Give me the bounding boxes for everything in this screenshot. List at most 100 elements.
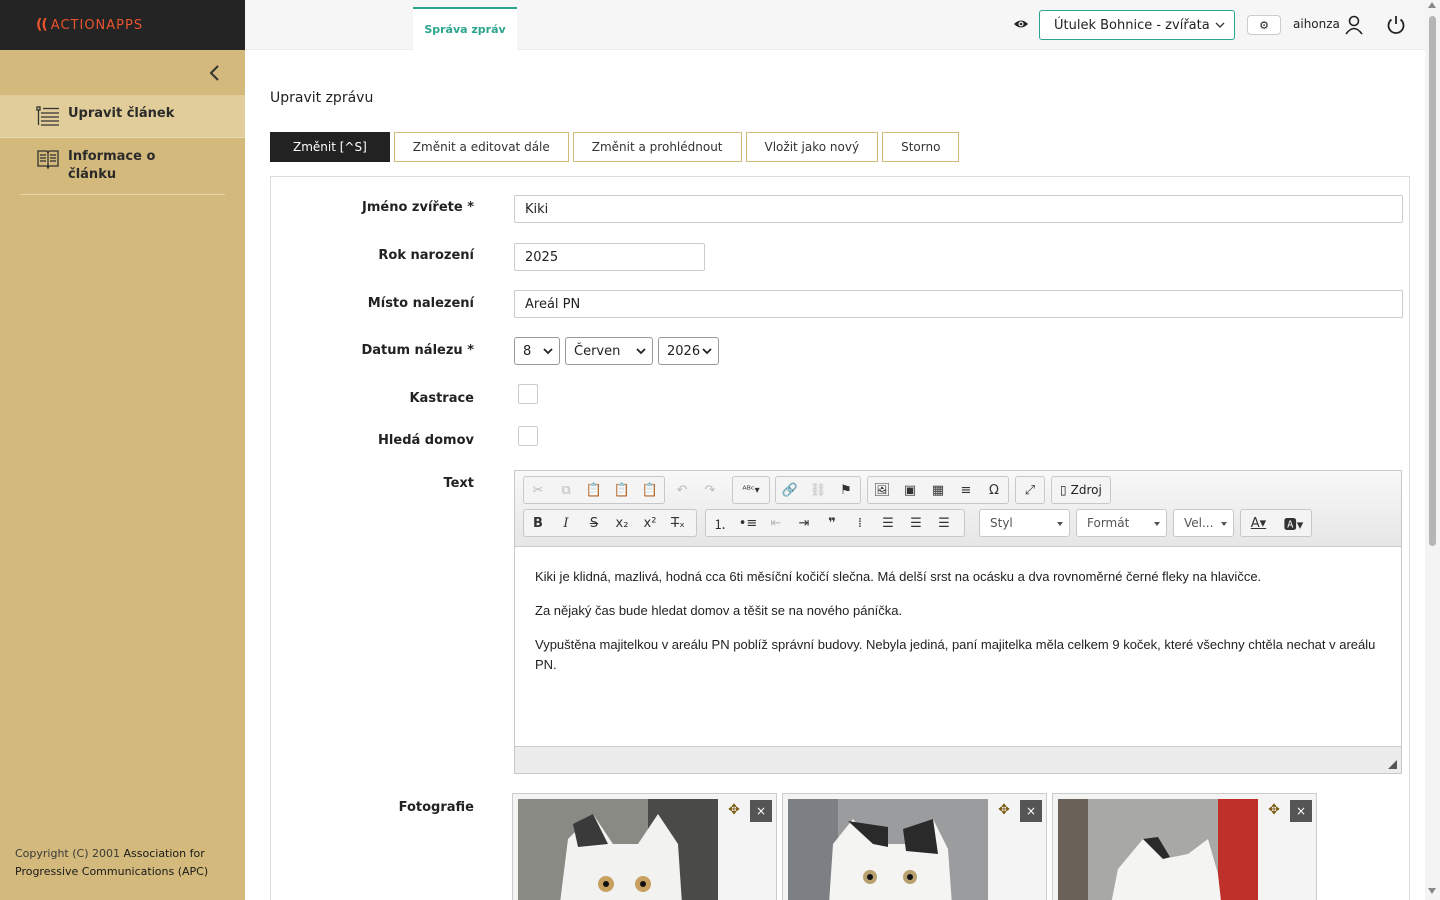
sidebar-nav: Upravit článek Informace o článku xyxy=(0,95,245,195)
seeking-home-label: Hledá domov xyxy=(378,433,474,448)
indent-icon[interactable]: ⇥ xyxy=(790,510,818,536)
resize-handle-icon[interactable] xyxy=(1388,760,1397,769)
editor-content[interactable]: Kiki je klidná, mazlivá, hodná cca 6ti m… xyxy=(515,547,1401,747)
text-color-icon[interactable]: A▾ xyxy=(1241,510,1276,536)
special-char-icon[interactable]: Ω xyxy=(980,477,1008,503)
align-right-icon[interactable]: ☰ xyxy=(930,510,958,536)
photo-card: ✥ × xyxy=(1052,793,1317,900)
redo-icon[interactable]: ↷ xyxy=(696,477,724,503)
flash-icon[interactable]: ▣ xyxy=(896,477,924,503)
strike-icon[interactable]: S xyxy=(580,510,608,536)
action-bar: Změnit [^S] Změnit a editovat dále Změni… xyxy=(270,132,963,162)
table-icon[interactable]: ▦ xyxy=(924,477,952,503)
sidebar-item-informace[interactable]: Informace o článku xyxy=(20,138,225,195)
castration-checkbox[interactable] xyxy=(518,384,538,404)
superscript-icon[interactable]: x² xyxy=(636,510,664,536)
format-label: Formát xyxy=(1087,516,1130,530)
collapse-sidebar-icon[interactable] xyxy=(205,62,225,84)
outdent-icon[interactable]: ⇤ xyxy=(762,510,790,536)
copyright: Copyright (C) 2001 Association for Progr… xyxy=(15,845,230,881)
chevron-down-icon xyxy=(1215,19,1225,35)
day-select[interactable]: 8 xyxy=(514,337,560,365)
format-group: B I S x₂ x² T̶ₓ xyxy=(523,509,697,537)
paste-word-icon[interactable]: 📋 xyxy=(636,477,664,503)
italic-icon[interactable]: I xyxy=(552,510,580,536)
year-input[interactable]: 2025 xyxy=(514,243,705,271)
bullet-list-icon[interactable]: •≡ xyxy=(734,510,762,536)
numbered-list-icon[interactable]: ⒈ xyxy=(706,510,734,536)
bg-color-icon[interactable]: 🅰▾ xyxy=(1276,510,1311,536)
copyright-text: Copyright (C) 2001 xyxy=(15,847,124,860)
sidebar-item-label: Informace o článku xyxy=(68,149,156,182)
scroll-up-icon[interactable] xyxy=(1428,2,1436,8)
maximize-group: ⤢ xyxy=(1015,476,1045,504)
power-icon[interactable] xyxy=(1385,14,1407,40)
date-label: Datum nálezu * xyxy=(361,343,474,358)
move-icon[interactable]: ✥ xyxy=(1264,800,1284,820)
place-label: Místo nalezení xyxy=(367,296,474,311)
cat-photo xyxy=(518,799,718,900)
unlink-icon[interactable]: ⛓ xyxy=(804,477,832,503)
style-dropdown[interactable]: Styl xyxy=(979,509,1070,537)
image-icon[interactable]: 🖼 xyxy=(868,477,896,503)
save-and-view-button[interactable]: Změnit a prohlédnout xyxy=(572,132,742,162)
remove-format-icon[interactable]: T̶ₓ xyxy=(664,510,692,536)
year-select[interactable]: 2026 xyxy=(658,337,719,365)
month-value: Červen xyxy=(574,343,621,359)
paragraph-group: ⒈ •≡ ⇤ ⇥ ❞ ⁞ ☰ ☰ ☰ xyxy=(705,509,965,537)
insert-group: 🖼 ▣ ▦ ≡ Ω xyxy=(867,476,1009,504)
align-center-icon[interactable]: ☰ xyxy=(902,510,930,536)
tab-sprava-zprav[interactable]: Správa zpráv xyxy=(413,7,517,50)
move-icon[interactable]: ✥ xyxy=(994,800,1014,820)
cancel-button[interactable]: Storno xyxy=(882,132,960,162)
save-button[interactable]: Změnit [^S] xyxy=(270,132,390,162)
chevron-down-icon xyxy=(636,345,646,361)
link-icon[interactable]: 🔗 xyxy=(776,477,804,503)
undo-icon[interactable]: ↶ xyxy=(668,477,696,503)
chevron-down-icon xyxy=(702,345,712,361)
paragraph: Vypuštěna majitelkou v areálu PN poblíž … xyxy=(535,637,1376,672)
size-dropdown[interactable]: Vel... xyxy=(1173,509,1234,537)
paste-icon[interactable]: 📋 xyxy=(580,477,608,503)
brand-logo[interactable]: (( ACTIONAPPS xyxy=(0,0,245,50)
horizontal-line-icon[interactable]: ≡ xyxy=(952,477,980,503)
sidebar-item-upravit-clanek[interactable]: Upravit článek xyxy=(0,95,245,138)
paste-text-icon[interactable]: 📋 xyxy=(608,477,636,503)
seeking-home-checkbox[interactable] xyxy=(518,426,538,446)
editor-toolbar: ✂ ⧉ 📋 📋 📋 ↶ ↷ ᴬᴮᶜ▾ 🔗 ⛓ ⚑ 🖼 ▣ ▦ ≡ Ω ⤢ ▯ Z… xyxy=(515,471,1401,547)
anchor-flag-icon[interactable]: ⚑ xyxy=(832,477,860,503)
copy-icon[interactable]: ⧉ xyxy=(552,477,580,503)
month-select[interactable]: Červen xyxy=(565,337,653,365)
logo-mark: (( xyxy=(36,17,48,33)
remove-photo-button[interactable]: × xyxy=(1020,800,1042,822)
blockquote-icon[interactable]: ❞ xyxy=(818,510,846,536)
eye-icon[interactable] xyxy=(1013,17,1029,35)
move-icon[interactable]: ✥ xyxy=(724,800,744,820)
cut-icon[interactable]: ✂ xyxy=(524,477,552,503)
scroll-thumb[interactable] xyxy=(1429,16,1436,546)
source-button[interactable]: ▯ Zdroj xyxy=(1051,476,1111,504)
topbar: Správa zpráv Útulek Bohnice - zvířata ⚙ … xyxy=(245,0,1425,50)
subscript-icon[interactable]: x₂ xyxy=(608,510,636,536)
place-input[interactable]: Areál PN xyxy=(514,290,1403,318)
user-icon[interactable] xyxy=(1345,15,1363,39)
name-input[interactable]: Kiki xyxy=(514,195,1403,223)
sidebar-item-label: Upravit článek xyxy=(68,106,175,121)
spellcheck-icon[interactable]: ᴬᴮᶜ▾ xyxy=(733,477,769,503)
scrollbar[interactable] xyxy=(1425,0,1440,900)
site-select-value: Útulek Bohnice - zvířata xyxy=(1054,17,1210,33)
site-select[interactable]: Útulek Bohnice - zvířata xyxy=(1039,10,1235,40)
scroll-down-icon[interactable] xyxy=(1428,888,1436,894)
format-dropdown[interactable]: Formát xyxy=(1076,509,1167,537)
save-and-edit-button[interactable]: Změnit a editovat dále xyxy=(393,132,569,162)
maximize-icon[interactable]: ⤢ xyxy=(1016,477,1044,503)
settings-button[interactable]: ⚙ xyxy=(1247,15,1281,35)
div-icon[interactable]: ⁞ xyxy=(846,510,874,536)
remove-photo-button[interactable]: × xyxy=(750,800,772,822)
remove-photo-button[interactable]: × xyxy=(1290,800,1312,822)
insert-as-new-button[interactable]: Vložit jako nový xyxy=(745,132,879,162)
day-value: 8 xyxy=(523,343,532,359)
paragraph: Kiki je klidná, mazlivá, hodná cca 6ti m… xyxy=(535,569,1262,584)
bold-icon[interactable]: B xyxy=(524,510,552,536)
align-left-icon[interactable]: ☰ xyxy=(874,510,902,536)
